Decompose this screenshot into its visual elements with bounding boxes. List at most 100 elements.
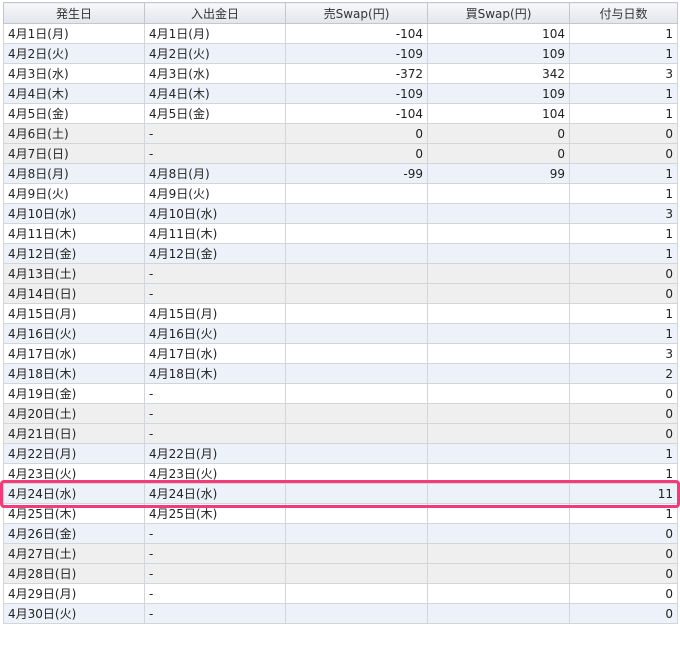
sell-swap-cell: 0 (285, 123, 428, 144)
settlement-date-cell: 4月15日(月) (144, 303, 286, 324)
table-row[interactable]: 4月1日(月) 4月1日(月) -104 104 1 (3, 23, 678, 44)
settlement-date-cell: 4月3日(水) (144, 63, 286, 84)
buy-swap-cell (427, 303, 570, 324)
table-row[interactable]: 4月13日(土) - 0 (3, 263, 678, 284)
granted-days-cell: 1 (569, 503, 678, 524)
table-row[interactable]: 4月16日(火) 4月16日(火) 1 (3, 323, 678, 344)
table-body: 4月1日(月) 4月1日(月) -104 104 1 4月2日(火) 4月2日(火) -109… (3, 23, 678, 624)
table-row[interactable]: 4月28日(日) - 0 (3, 563, 678, 584)
sell-swap-cell: -109 (285, 83, 428, 104)
settlement-date-cell: 4月4日(木) (144, 83, 286, 104)
occurrence-date-cell: 4月1日(月) (3, 23, 145, 44)
table-row[interactable]: 4月5日(金) 4月5日(金) -104 104 1 (3, 103, 678, 124)
table-row[interactable]: 4月21日(日) - 0 (3, 423, 678, 444)
table-row[interactable]: 4月4日(木) 4月4日(木) -109 109 1 (3, 83, 678, 104)
table-row[interactable]: 4月26日(金) - 0 (3, 523, 678, 544)
occurrence-date-cell: 4月29日(月) (3, 583, 145, 604)
buy-swap-cell (427, 223, 570, 244)
occurrence-date-cell: 4月16日(火) (3, 323, 145, 344)
sell-swap-cell (285, 543, 428, 564)
buy-swap-cell: 0 (427, 123, 570, 144)
table-row[interactable]: 4月9日(火) 4月9日(火) 1 (3, 183, 678, 204)
table-row[interactable]: 4月14日(日) - 0 (3, 283, 678, 304)
settlement-date-cell: 4月16日(火) (144, 323, 286, 344)
sell-swap-cell (285, 503, 428, 524)
occurrence-date-cell: 4月21日(日) (3, 423, 145, 444)
table-row[interactable]: 4月8日(月) 4月8日(月) -99 99 1 (3, 163, 678, 184)
table-row[interactable]: 4月27日(土) - 0 (3, 543, 678, 564)
granted-days-cell: 0 (569, 543, 678, 564)
occurrence-date-cell: 4月19日(金) (3, 383, 145, 404)
granted-days-cell: 1 (569, 323, 678, 344)
table-row[interactable]: 4月10日(水) 4月10日(水) 3 (3, 203, 678, 224)
sell-swap-cell (285, 603, 428, 624)
buy-swap-cell: 342 (427, 63, 570, 84)
sell-swap-cell (285, 343, 428, 364)
table-row[interactable]: 4月3日(水) 4月3日(水) -372 342 3 (3, 63, 678, 84)
granted-days-cell: 1 (569, 183, 678, 204)
buy-swap-cell (427, 403, 570, 424)
buy-swap-cell (427, 583, 570, 604)
table-row[interactable]: 4月19日(金) - 0 (3, 383, 678, 404)
buy-swap-cell (427, 563, 570, 584)
buy-swap-cell (427, 503, 570, 524)
settlement-date-cell: 4月18日(木) (144, 363, 286, 384)
table-row[interactable]: 4月20日(土) - 0 (3, 403, 678, 424)
buy-swap-cell (427, 603, 570, 624)
table-row[interactable]: 4月17日(水) 4月17日(水) 3 (3, 343, 678, 364)
granted-days-cell: 11 (569, 483, 678, 504)
header-settlement-date[interactable]: 入出金日 (144, 2, 286, 24)
occurrence-date-cell: 4月27日(土) (3, 543, 145, 564)
buy-swap-cell (427, 463, 570, 484)
granted-days-cell: 0 (569, 383, 678, 404)
settlement-date-cell: 4月22日(月) (144, 443, 286, 464)
table-row-highlighted[interactable]: 4月24日(水) 4月24日(水) 11 (3, 483, 678, 504)
table-row[interactable]: 4月30日(火) - 0 (3, 603, 678, 624)
table-row[interactable]: 4月25日(木) 4月25日(木) 1 (3, 503, 678, 524)
granted-days-cell: 3 (569, 203, 678, 224)
table-row[interactable]: 4月11日(木) 4月11日(木) 1 (3, 223, 678, 244)
table-row[interactable]: 4月7日(日) -0 0 0 (3, 143, 678, 164)
settlement-date-cell: - (144, 523, 286, 544)
granted-days-cell: 1 (569, 103, 678, 124)
buy-swap-cell: 0 (427, 143, 570, 164)
sell-swap-cell (285, 243, 428, 264)
settlement-date-cell: 4月24日(水) (144, 483, 286, 504)
granted-days-cell: 1 (569, 23, 678, 44)
settlement-date-cell: - (144, 423, 286, 444)
granted-days-cell: 0 (569, 563, 678, 584)
occurrence-date-cell: 4月26日(金) (3, 523, 145, 544)
occurrence-date-cell: 4月13日(土) (3, 263, 145, 284)
table-row[interactable]: 4月15日(月) 4月15日(月) 1 (3, 303, 678, 324)
settlement-date-cell: 4月17日(水) (144, 343, 286, 364)
sell-swap-cell (285, 423, 428, 444)
occurrence-date-cell: 4月12日(金) (3, 243, 145, 264)
occurrence-date-cell: 4月7日(日) (3, 143, 145, 164)
table-row[interactable]: 4月22日(月) 4月22日(月) 1 (3, 443, 678, 464)
buy-swap-cell (427, 343, 570, 364)
header-row: 発生日 入出金日 売Swap(円) 買Swap(円) 付与日数 (3, 2, 678, 24)
granted-days-cell: 0 (569, 583, 678, 604)
buy-swap-cell (427, 283, 570, 304)
table-row[interactable]: 4月23日(火) 4月23日(火) 1 (3, 463, 678, 484)
table-row[interactable]: 4月29日(月) - 0 (3, 583, 678, 604)
table-row[interactable]: 4月6日(土) -0 0 0 (3, 123, 678, 144)
table-row[interactable]: 4月2日(火) 4月2日(火) -109 109 1 (3, 43, 678, 64)
sell-swap-cell: -109 (285, 43, 428, 64)
occurrence-date-cell: 4月24日(水) (3, 483, 145, 504)
sell-swap-cell (285, 183, 428, 204)
header-granted-days[interactable]: 付与日数 (569, 2, 678, 24)
header-buy-swap[interactable]: 買Swap(円) (427, 2, 570, 24)
occurrence-date-cell: 4月15日(月) (3, 303, 145, 324)
buy-swap-cell: 99 (427, 163, 570, 184)
buy-swap-cell (427, 243, 570, 264)
buy-swap-cell (427, 383, 570, 404)
table-row[interactable]: 4月18日(木) 4月18日(木) 2 (3, 363, 678, 384)
header-sell-swap[interactable]: 売Swap(円) (285, 2, 428, 24)
occurrence-date-cell: 4月30日(火) (3, 603, 145, 624)
header-occurrence-date[interactable]: 発生日 (3, 2, 145, 24)
sell-swap-cell: 0 (285, 143, 428, 164)
table-row[interactable]: 4月12日(金) 4月12日(金) 1 (3, 243, 678, 264)
granted-days-cell: 0 (569, 263, 678, 284)
sell-swap-cell (285, 563, 428, 584)
